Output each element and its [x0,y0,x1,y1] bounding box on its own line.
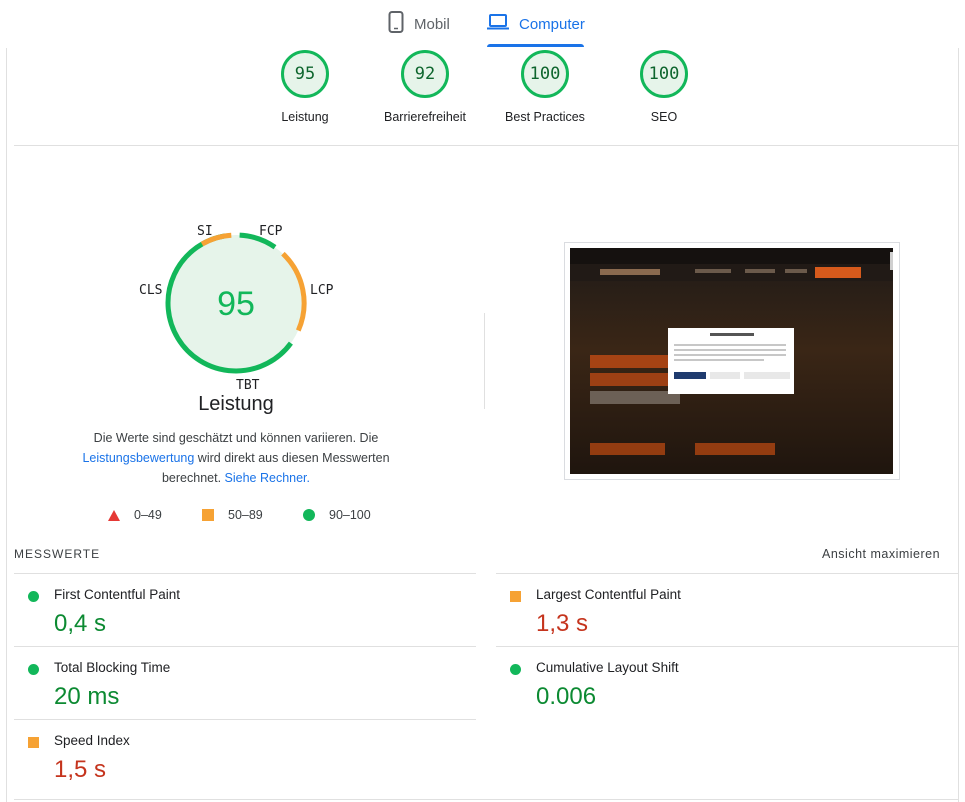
metric-speed-index: Speed Index 1,5 s [14,720,476,792]
category-label: SEO [650,110,678,124]
average-status-icon [510,591,521,602]
performance-title: Leistung [198,393,274,415]
device-tabs: Mobil Computer [0,0,965,48]
legend-average: 50–89 [202,508,263,522]
divider [14,799,958,800]
metric-cumulative-layout-shift: Cumulative Layout Shift 0.006 [496,647,958,719]
score-ring: 100 [521,50,569,98]
gauge-label-cls: CLS [139,283,163,298]
performance-gauge: 95 [165,232,307,374]
gauge-label-lcp: LCP [310,283,334,298]
score-ring: 95 [281,50,329,98]
metric-name: Total Blocking Time [54,660,171,675]
legend-good: 90–100 [303,508,371,522]
good-status-icon [28,591,39,602]
metric-value: 0,4 s [54,610,107,637]
gauge-label-tbt: TBT [236,378,260,393]
gauge-label-si: SI [197,224,213,239]
legend-average-label: 50–89 [228,508,263,522]
description-text-1: Die Werte sind geschätzt und können vari… [93,431,379,445]
screenshot-image [570,248,893,474]
score-ring: 92 [401,50,449,98]
tab-mobile[interactable]: Mobil [388,0,450,48]
gauge-label-fcp: FCP [259,224,283,239]
divider [14,145,958,146]
good-status-icon [510,664,521,675]
score-ring: 100 [640,50,688,98]
legend-poor: 0–49 [108,508,162,522]
tab-mobile-label: Mobil [414,15,450,33]
metric-value: 0.006 [536,683,597,710]
circle-icon [303,509,315,521]
page-screenshot-thumbnail[interactable] [564,242,900,480]
metric-value: 20 ms [54,683,120,710]
screenshot-graphic [570,248,893,474]
metric-value: 1,5 s [54,756,107,783]
category-gauge-best-practices[interactable]: 100 Best Practices [485,50,605,124]
legend-good-label: 90–100 [329,508,371,522]
triangle-icon [108,509,120,521]
frame-border-left [6,48,7,802]
legend-poor-label: 0–49 [134,508,162,522]
calculator-link[interactable]: Siehe Rechner. [225,471,310,485]
metric-name: Largest Contentful Paint [536,587,681,602]
smartphone-icon [388,11,404,37]
average-status-icon [28,737,39,748]
square-icon [202,509,214,521]
category-label: Barrierefreiheit [384,110,466,124]
metric-name: First Contentful Paint [54,587,181,602]
tab-desktop[interactable]: Computer [487,0,585,48]
frame-border-right [958,48,959,802]
metric-total-blocking-time: Total Blocking Time 20 ms [14,647,476,719]
tab-desktop-label: Computer [519,15,585,33]
vertical-divider [484,313,485,409]
performance-rating-link[interactable]: Leistungsbewertung [82,451,194,465]
laptop-icon [487,14,509,34]
good-status-icon [28,664,39,675]
metric-first-contentful-paint: First Contentful Paint 0,4 s [14,574,476,646]
metric-name: Speed Index [54,733,130,748]
performance-score: 95 [217,285,255,323]
category-gauge-performance[interactable]: 95 Leistung [245,50,365,124]
metric-name: Cumulative Layout Shift [536,660,679,675]
metric-value: 1,3 s [536,610,589,637]
category-label: Best Practices [505,110,585,124]
expand-view-toggle[interactable]: Ansicht maximieren [822,547,940,561]
metrics-section-title: MESSWERTE [14,547,101,561]
category-gauge-accessibility[interactable]: 92 Barrierefreiheit [365,50,485,124]
active-tab-indicator [487,44,584,47]
metric-largest-contentful-paint: Largest Contentful Paint 1,3 s [496,574,958,646]
performance-description: Die Werte sind geschätzt und können vari… [60,428,412,488]
category-gauge-seo[interactable]: 100 SEO [604,50,724,124]
category-label: Leistung [281,110,329,124]
